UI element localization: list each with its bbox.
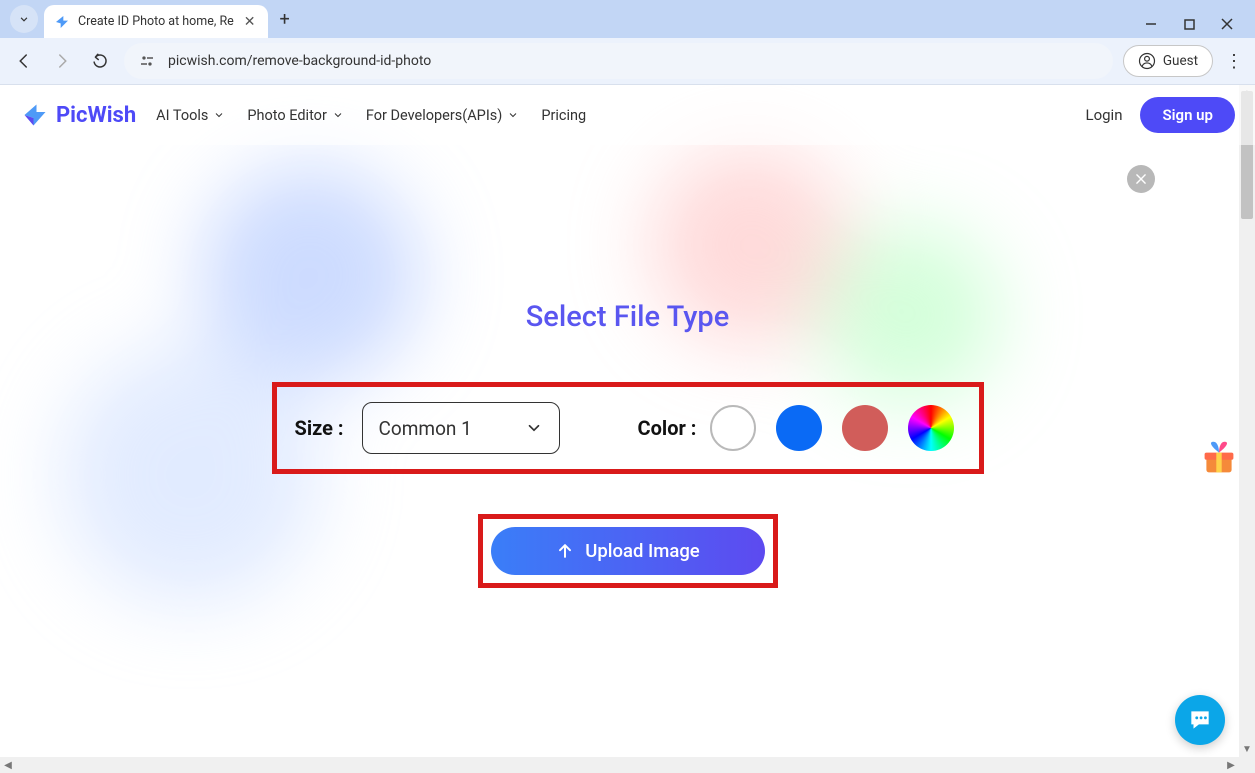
upload-highlight-box: Upload Image — [478, 514, 778, 588]
signup-button[interactable]: Sign up — [1140, 97, 1235, 133]
scroll-right-arrow[interactable]: ▶ — [1223, 757, 1239, 773]
guest-label: Guest — [1163, 53, 1198, 69]
scroll-down-arrow[interactable]: ▼ — [1239, 741, 1255, 757]
user-icon — [1138, 52, 1156, 70]
close-icon — [1134, 172, 1148, 186]
nav-pricing[interactable]: Pricing — [541, 107, 586, 124]
size-selected-value: Common 1 — [379, 417, 472, 440]
site-controls-icon[interactable] — [138, 52, 156, 70]
chevron-down-icon — [525, 419, 543, 437]
color-label: Color : — [638, 416, 697, 440]
back-button[interactable] — [10, 47, 38, 75]
browser-tab[interactable]: Create ID Photo at home, Re ✕ — [44, 5, 268, 38]
close-modal-button[interactable] — [1127, 165, 1155, 193]
url-text: picwish.com/remove-background-id-photo — [168, 53, 431, 69]
size-select[interactable]: Common 1 — [362, 402, 560, 454]
color-swatch-white[interactable] — [710, 405, 756, 451]
tab-list-chevron[interactable] — [10, 5, 38, 33]
new-tab-button[interactable]: + — [280, 9, 290, 30]
upload-image-button[interactable]: Upload Image — [491, 527, 765, 575]
modal-title: Select File Type — [0, 300, 1255, 334]
color-swatch-blue[interactable] — [776, 405, 822, 451]
logo-icon — [20, 100, 50, 130]
upload-label: Upload Image — [585, 540, 699, 562]
nav-label: Photo Editor — [247, 107, 326, 124]
nav-label: For Developers(APIs) — [366, 107, 502, 124]
tab-title: Create ID Photo at home, Re — [78, 14, 234, 29]
gift-icon[interactable] — [1201, 440, 1237, 476]
reload-button[interactable] — [86, 47, 114, 75]
chevron-down-icon — [213, 109, 225, 121]
horizontal-scrollbar[interactable]: ◀ ▶ — [0, 757, 1255, 773]
color-swatch-rainbow[interactable] — [908, 405, 954, 451]
upload-icon — [555, 541, 575, 561]
profile-chip[interactable]: Guest — [1123, 45, 1213, 77]
favicon-icon — [54, 14, 70, 30]
nav-label: AI Tools — [156, 107, 208, 124]
chrome-menu-icon[interactable]: ⋮ — [1223, 51, 1245, 72]
nav-ai-tools[interactable]: AI Tools — [156, 107, 225, 124]
login-link[interactable]: Login — [1085, 106, 1122, 124]
tab-close-icon[interactable]: ✕ — [242, 12, 258, 32]
scroll-left-arrow[interactable]: ◀ — [0, 757, 16, 773]
controls-highlight-box: Size : Common 1 Color : — [272, 382, 984, 474]
nav-label: Pricing — [541, 107, 586, 124]
chat-icon — [1187, 707, 1213, 733]
nav-developers[interactable]: For Developers(APIs) — [366, 107, 519, 124]
chevron-down-icon — [332, 109, 344, 121]
forward-button[interactable] — [48, 47, 76, 75]
maximize-icon[interactable] — [1181, 16, 1197, 32]
color-swatch-red[interactable] — [842, 405, 888, 451]
logo[interactable]: PicWish — [20, 100, 136, 130]
address-bar[interactable]: picwish.com/remove-background-id-photo — [124, 43, 1113, 79]
logo-text: PicWish — [56, 103, 136, 128]
size-label: Size : — [295, 416, 344, 440]
chat-button[interactable] — [1175, 695, 1225, 745]
chevron-down-icon — [507, 109, 519, 121]
minimize-icon[interactable] — [1143, 16, 1159, 32]
close-window-icon[interactable] — [1219, 16, 1235, 32]
nav-photo-editor[interactable]: Photo Editor — [247, 107, 343, 124]
